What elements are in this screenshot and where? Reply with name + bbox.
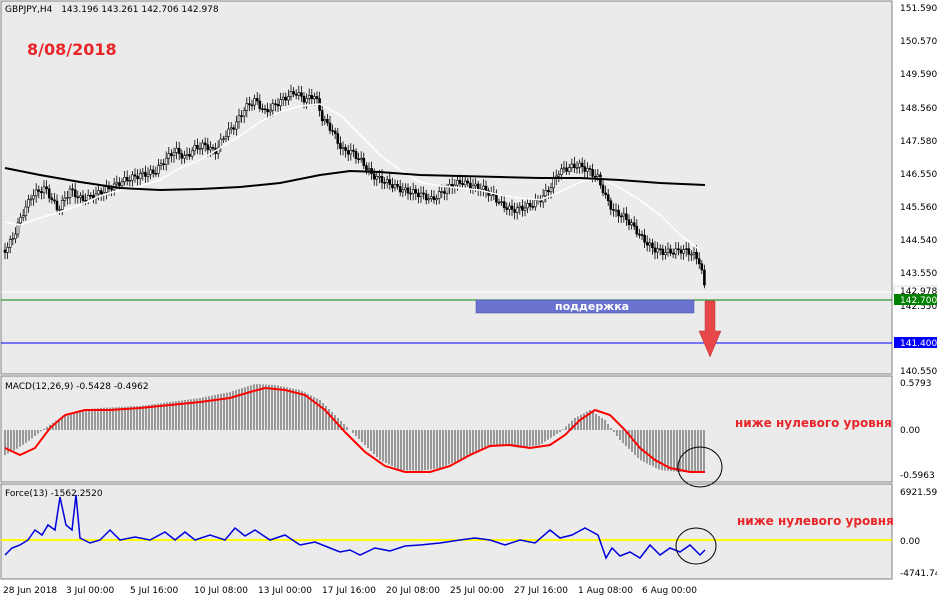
date-label-8: 25 Jul 00:00 — [450, 586, 504, 596]
price-label-7: 145.560 — [900, 203, 937, 213]
price-axis: 151.590 150.570 149.590 148.560 147.580 … — [893, 4, 937, 377]
price-label-5: 147.580 — [900, 137, 937, 147]
chart-canvas[interactable]: 151.590 150.570 149.590 148.560 147.580 … — [0, 0, 937, 600]
macd-note: ниже нулевого уровня — [735, 416, 892, 430]
support-zone[interactable]: поддержка — [475, 299, 695, 314]
time-axis: 28 Jun 2018 3 Jul 00:00 5 Jul 16:00 10 J… — [3, 586, 697, 596]
price-label-1: 151.590 — [900, 4, 937, 14]
date-annotation: 8/08/2018 — [27, 40, 117, 59]
price-label-4: 148.560 — [900, 104, 937, 114]
price-label-3: 149.590 — [900, 70, 937, 80]
date-label-2: 3 Jul 00:00 — [66, 586, 115, 596]
date-label-3: 5 Jul 16:00 — [130, 586, 179, 596]
price-label-2: 150.570 — [900, 37, 937, 47]
macd-axis-zero: 0.00 — [900, 426, 920, 436]
force-axis-bottom: -4741.747 — [900, 569, 937, 579]
support-zone-label: поддержка — [555, 300, 629, 313]
date-label-6: 17 Jul 16:00 — [322, 586, 376, 596]
macd-axis-bottom: -0.5963 — [900, 471, 935, 481]
date-label-4: 10 Jul 08:00 — [194, 586, 248, 596]
date-label-1: 28 Jun 2018 — [3, 586, 57, 596]
date-label-9: 27 Jul 16:00 — [514, 586, 568, 596]
force-pane[interactable] — [0, 483, 893, 580]
trading-terminal: 151.590 150.570 149.590 148.560 147.580 … — [0, 0, 937, 600]
price-label-14: 140.550 — [900, 367, 937, 377]
force-axis-top: 6921.599 — [900, 488, 937, 498]
date-label-5: 13 Jul 00:00 — [258, 586, 312, 596]
chart-symbol: GBPJPY,H4 143.196 143.261 142.706 142.97… — [5, 5, 219, 15]
date-label-10: 1 Aug 08:00 — [578, 586, 633, 596]
force-note: ниже нулевого уровня — [737, 514, 894, 528]
price-label-8: 144.540 — [900, 236, 937, 246]
target-price-label: 141.400 — [900, 339, 937, 349]
force-header: Force(13) -1562.2520 — [5, 489, 103, 499]
macd-header: MACD(12,26,9) -0.5428 -0.4962 — [5, 382, 149, 392]
force-axis-zero: 0.00 — [900, 537, 920, 547]
support-price-label: 142.700 — [900, 296, 937, 306]
date-label-7: 20 Jul 08:00 — [386, 586, 440, 596]
symbol-text: GBPJPY,H4 — [5, 5, 53, 15]
date-label-11: 6 Aug 00:00 — [642, 586, 697, 596]
price-label-6: 146.550 — [900, 170, 937, 180]
macd-axis-top: 0.5793 — [900, 379, 932, 389]
ohlc-text: 143.196 143.261 142.706 142.978 — [61, 5, 219, 15]
price-label-9: 143.550 — [900, 269, 937, 279]
